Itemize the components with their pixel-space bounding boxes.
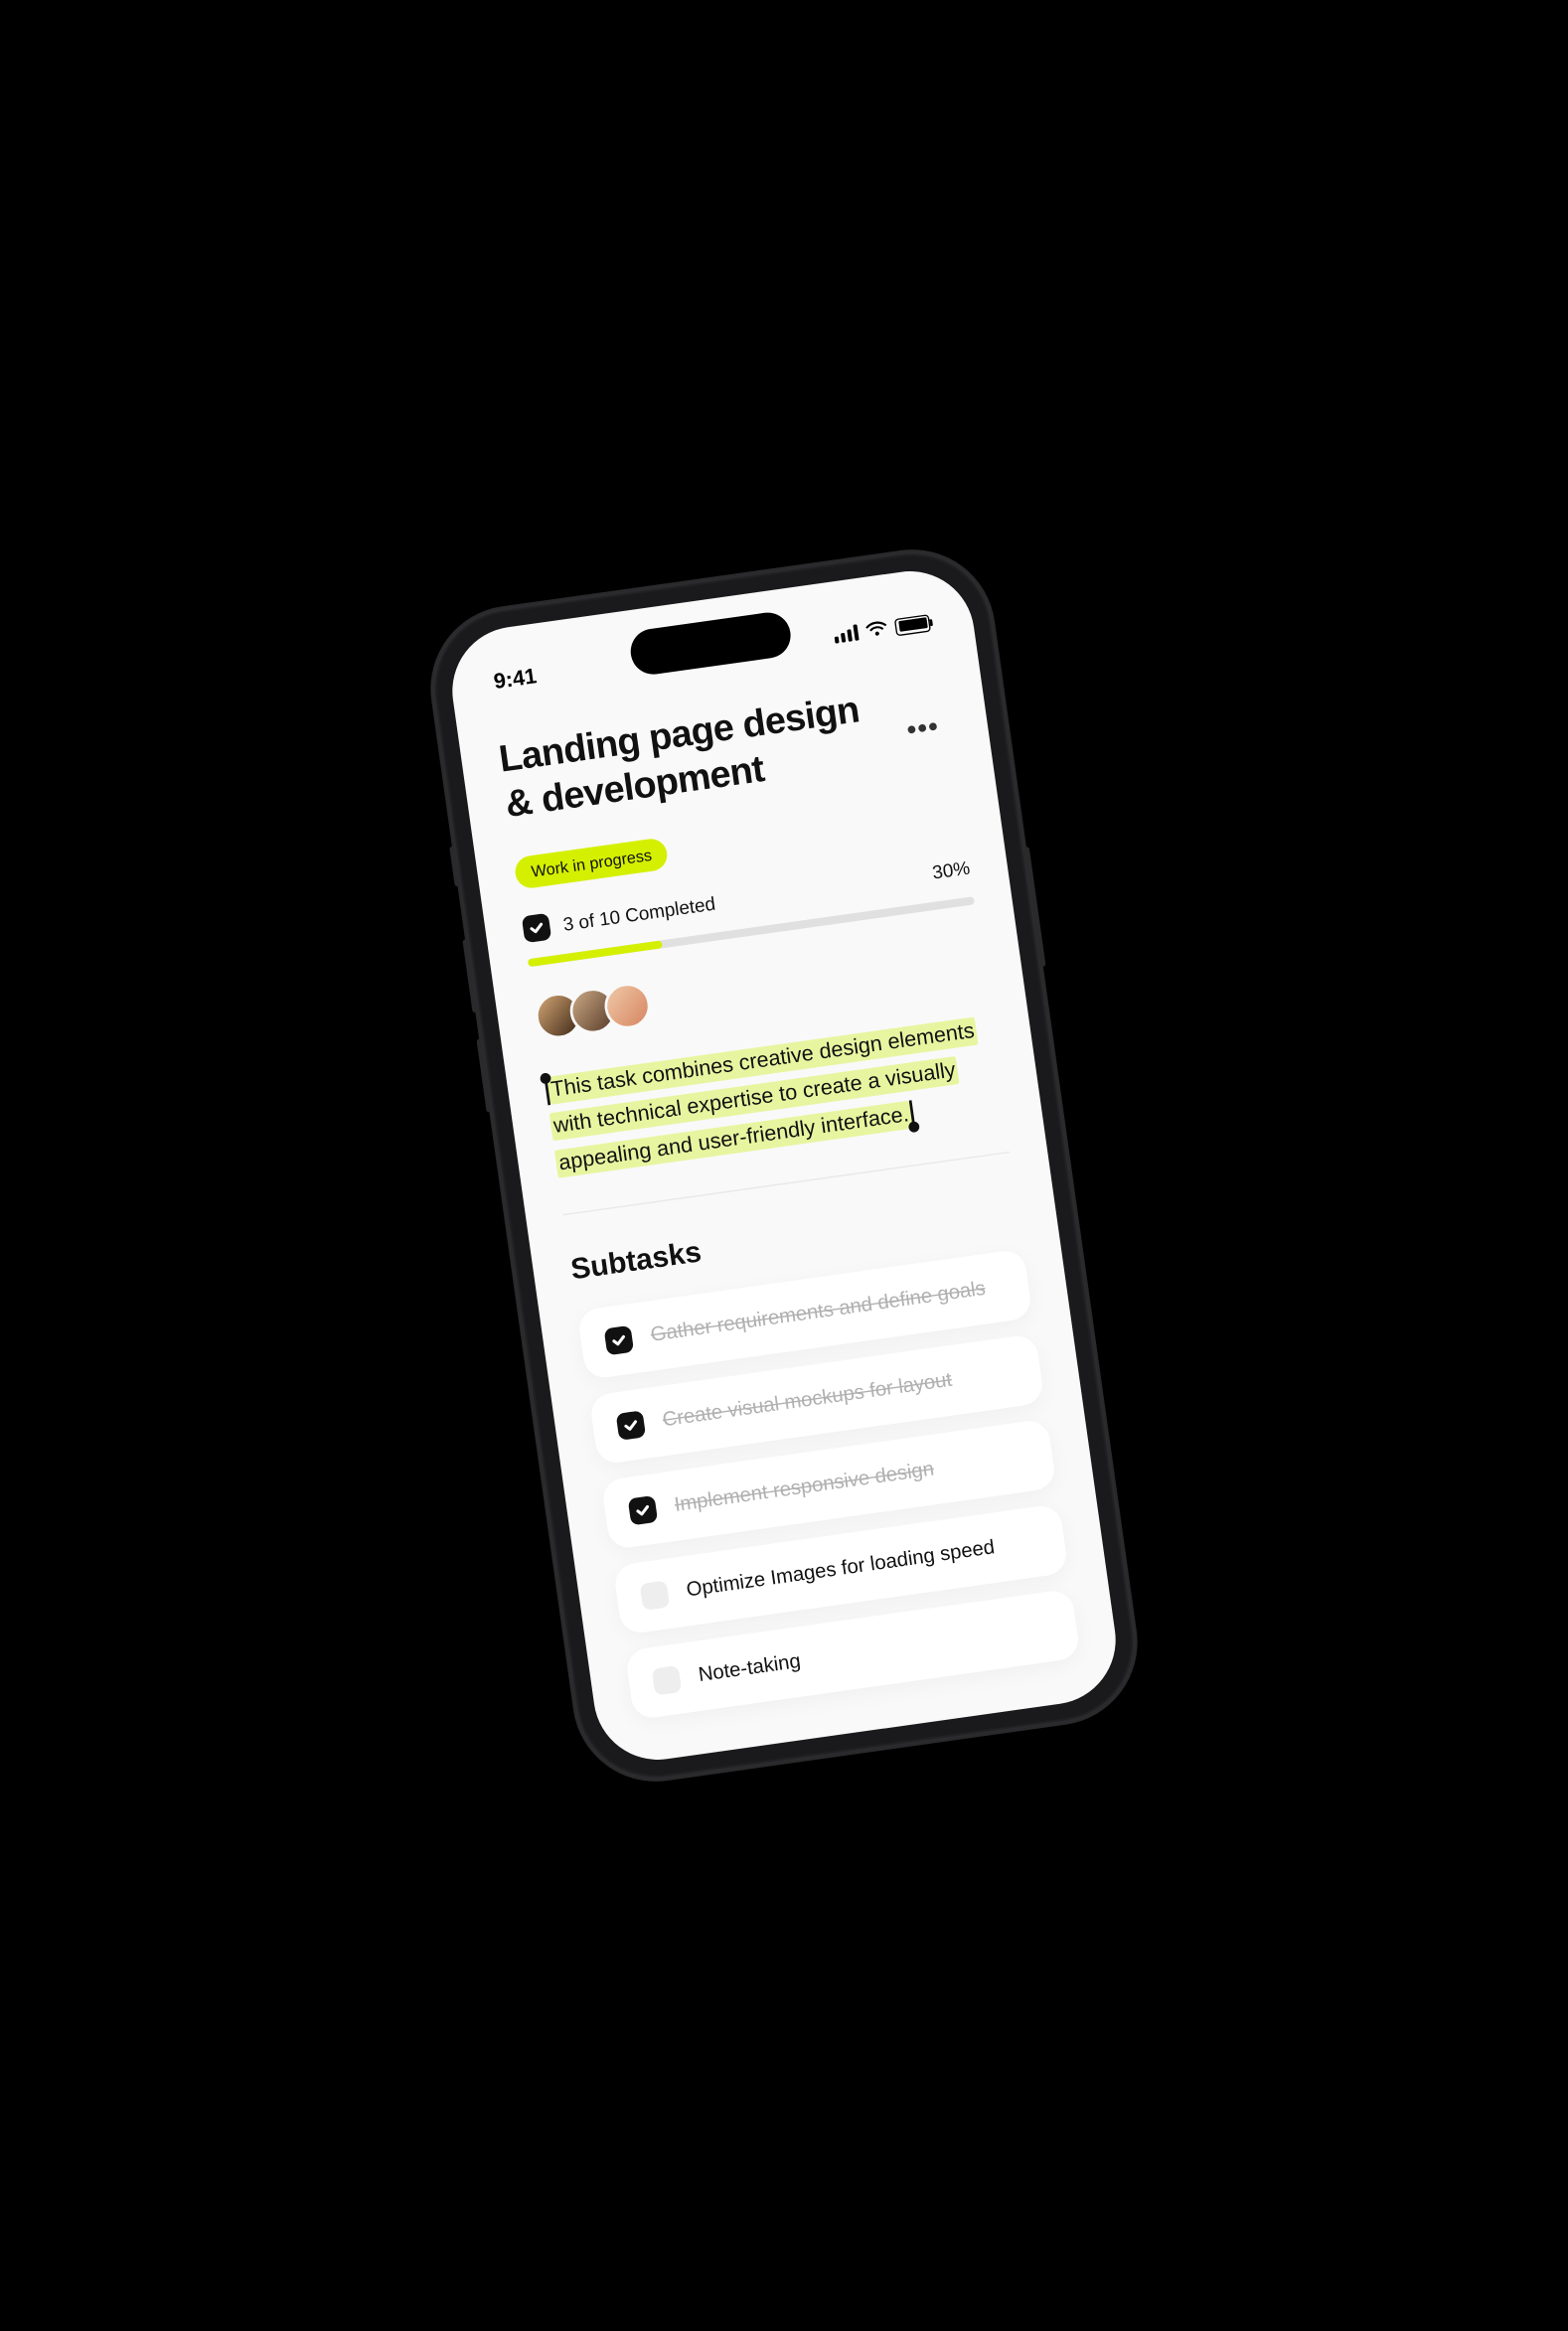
subtask-checkbox[interactable] xyxy=(640,1580,670,1610)
subtask-checkbox[interactable] xyxy=(652,1665,682,1695)
subtask-checkbox[interactable] xyxy=(604,1324,634,1354)
task-description[interactable]: This task combines creative design eleme… xyxy=(544,1010,1010,1215)
status-icons xyxy=(833,613,931,644)
screen: 9:41 Landing page design & development xyxy=(444,563,1124,1769)
subtask-label: Create visual mockups for layout xyxy=(661,1368,953,1432)
subtask-label: Implement responsive design xyxy=(673,1458,935,1516)
more-options-button[interactable]: ••• xyxy=(893,701,953,757)
progress-percent-label: 30% xyxy=(931,856,971,883)
progress-check-icon xyxy=(522,913,551,943)
cellular-signal-icon xyxy=(833,624,859,643)
wifi-icon xyxy=(864,620,888,639)
status-time: 9:41 xyxy=(493,666,539,696)
progress-fill xyxy=(528,941,663,968)
subtask-label: Optimize Images for loading speed xyxy=(685,1536,996,1602)
status-badge: Work in progress xyxy=(514,837,671,890)
subtask-label: Gather requirements and define goals xyxy=(649,1278,987,1347)
subtasks-list: Gather requirements and define goals Crea… xyxy=(577,1248,1081,1720)
subtask-label: Note-taking xyxy=(697,1650,802,1687)
description-text[interactable]: This task combines creative design eleme… xyxy=(547,1017,979,1178)
page-title: Landing page design & development xyxy=(496,682,901,826)
subtask-checkbox[interactable] xyxy=(616,1410,646,1440)
phone-frame: 9:41 Landing page design & development xyxy=(423,542,1146,1788)
battery-icon xyxy=(894,613,931,635)
progress-count-label: 3 of 10 Completed xyxy=(561,892,716,935)
subtask-checkbox[interactable] xyxy=(628,1495,658,1525)
